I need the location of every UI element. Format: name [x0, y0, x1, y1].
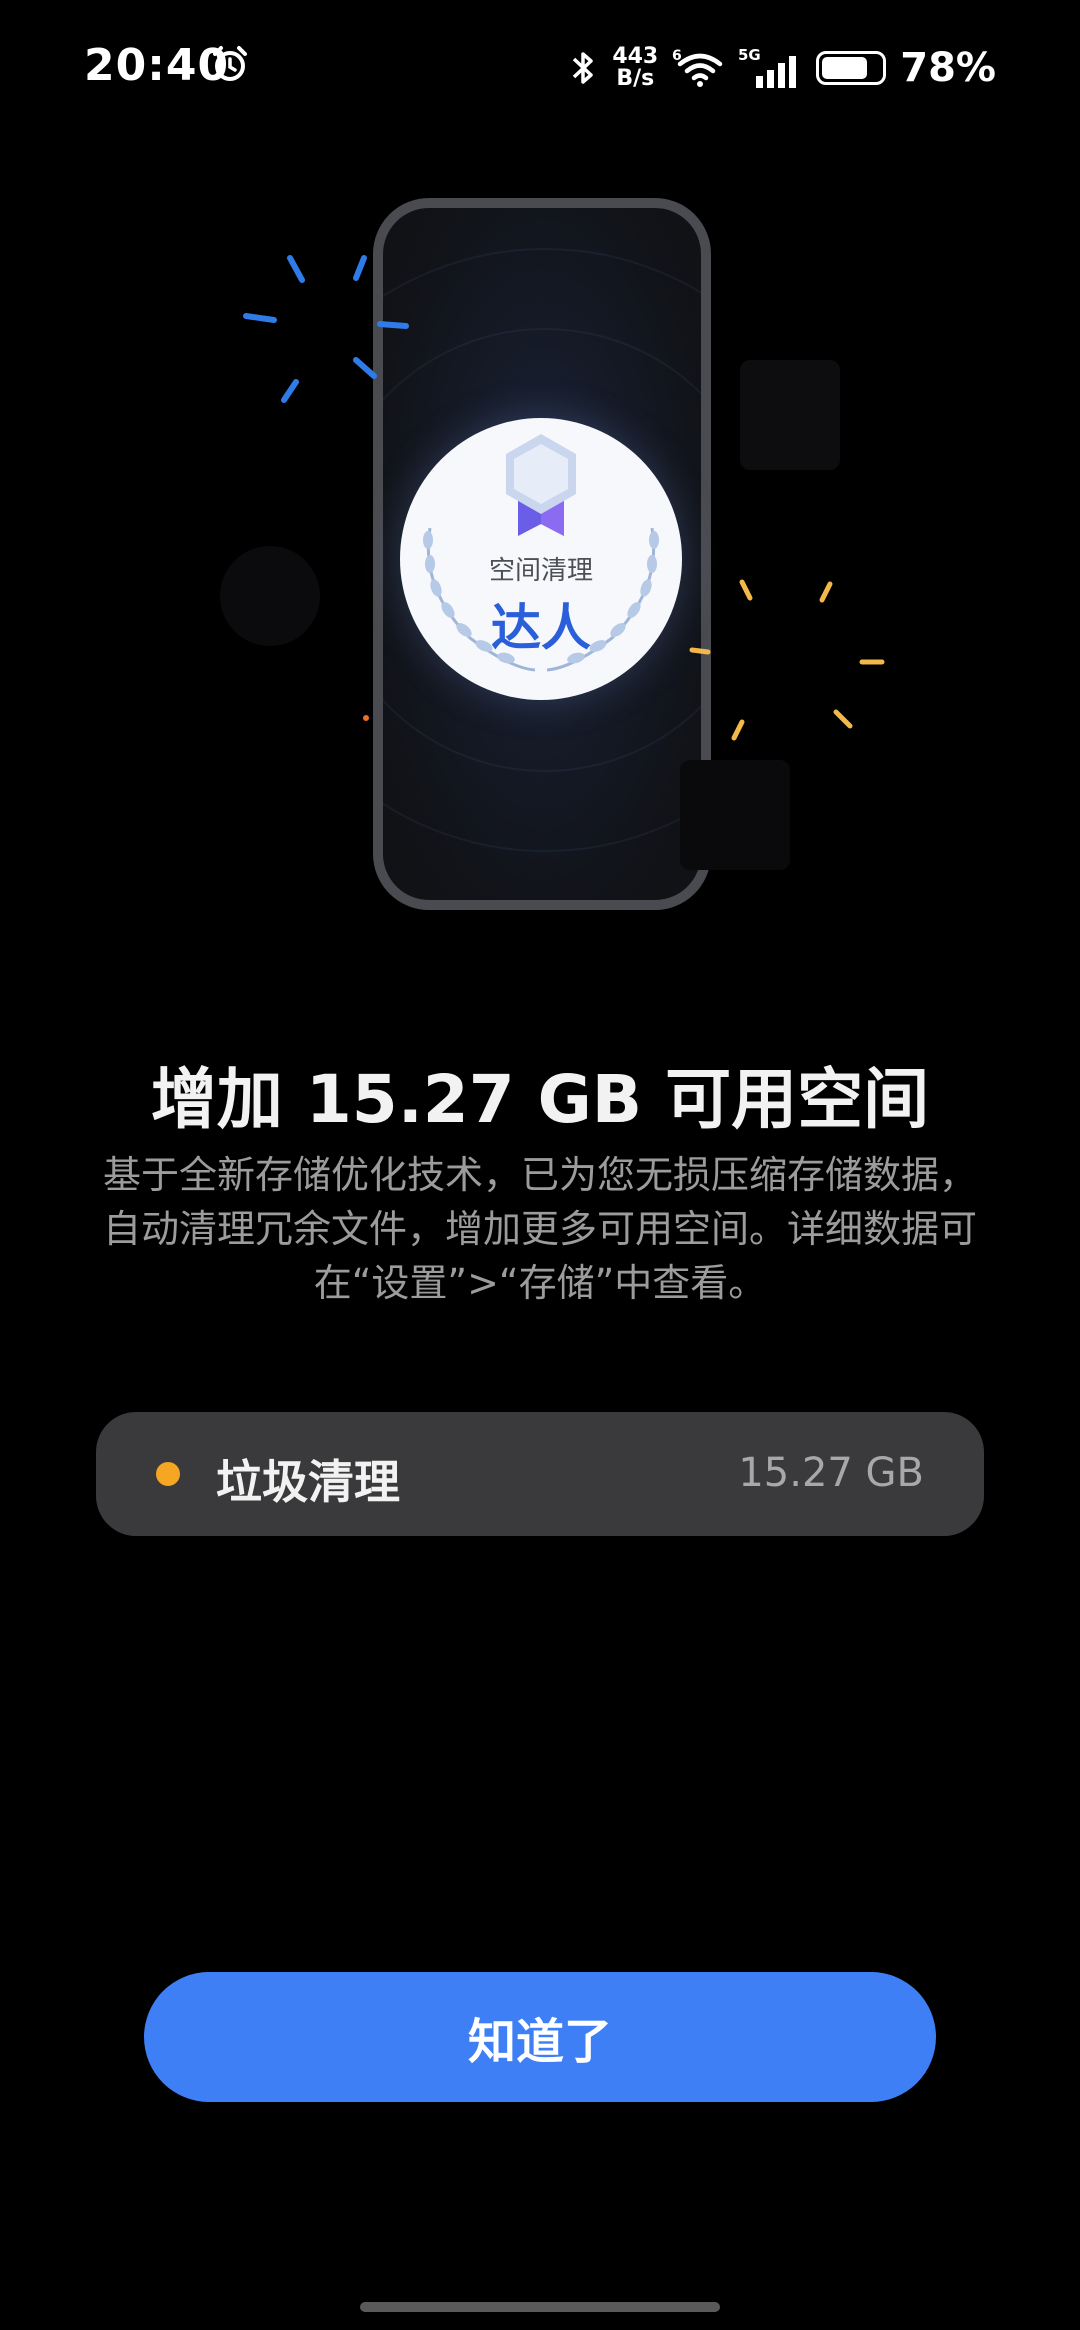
wifi-badge: 6 [672, 48, 682, 64]
badge-subtitle: 空间清理 [488, 556, 593, 586]
got-it-button[interactable]: 知道了 [144, 1972, 936, 2102]
battery-fill [822, 57, 868, 79]
network-type: 5G [738, 46, 761, 64]
achievement-badge: 空间清理 达人 [400, 418, 682, 700]
result-description: 基于全新存储优化技术，已为您无损压缩存储数据，自动清理冗余文件，增加更多可用空间… [102, 1153, 977, 1305]
battery-icon [816, 51, 887, 85]
battery-percent: 78% [900, 45, 996, 91]
cleanup-item-label: 垃圾清理 [216, 1455, 400, 1509]
badge-title: 达人 [491, 599, 591, 657]
home-indicator[interactable] [360, 2302, 720, 2312]
network-speed: 443 B/s [612, 46, 658, 90]
cleanup-item-size: 15.27 GB [738, 1450, 924, 1496]
status-dot [156, 1462, 180, 1486]
cleanup-item-row: 垃圾清理 15.27 GB [96, 1412, 984, 1536]
network-speed-value: 443 [612, 44, 659, 69]
signal-icon: 5G [738, 46, 797, 88]
bluetooth-icon [573, 52, 594, 84]
illustration: 空间清理 达人 [0, 150, 1080, 950]
status-time: 20:40 [84, 40, 230, 91]
network-speed-unit: B/s [616, 66, 655, 91]
result-headline: 增加 15.27 GB 可用空间 [150, 1061, 930, 1138]
alarm-icon [213, 46, 247, 81]
wifi-icon: 6 [672, 48, 723, 87]
status-bar: 20:40 443 B/s 6 5G 78% [0, 0, 1080, 140]
status-icons: 443 B/s 6 5G 78% [568, 40, 996, 96]
